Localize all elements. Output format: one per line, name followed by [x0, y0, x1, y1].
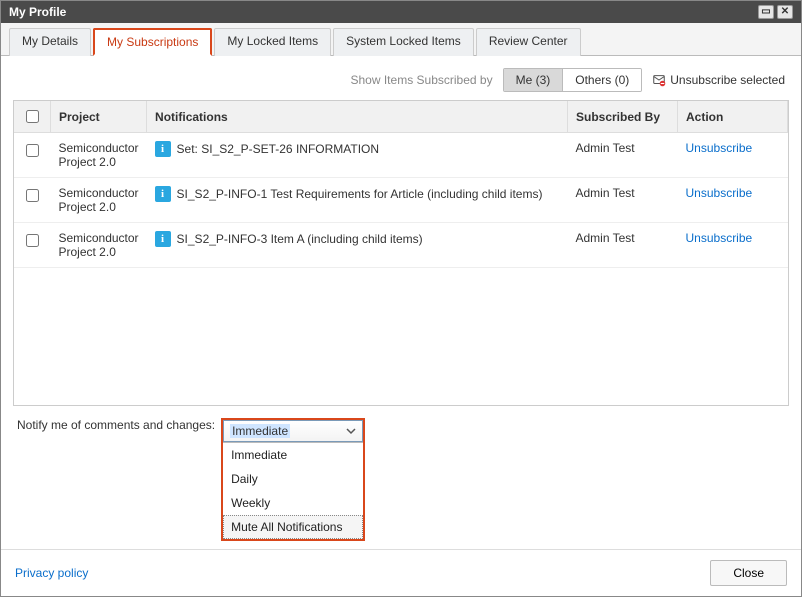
select-all-checkbox[interactable]	[26, 110, 39, 123]
table-row: Semiconductor Project 2.0 i Set: SI_S2_P-S…	[14, 133, 788, 178]
row-unsubscribe-link[interactable]: Unsubscribe	[686, 141, 753, 155]
minimize-button[interactable]: ▭	[758, 5, 774, 19]
unsubscribe-selected-button[interactable]: Unsubscribe selected	[652, 73, 785, 87]
tab-my-locked-items[interactable]: My Locked Items	[214, 28, 331, 56]
info-icon: i	[155, 141, 171, 157]
col-action[interactable]: Action	[678, 101, 788, 133]
content-area: Show Items Subscribed by Me (3) Others (…	[1, 56, 801, 549]
row-unsubscribe-link[interactable]: Unsubscribe	[686, 186, 753, 200]
tabbar: My Details My Subscriptions My Locked It…	[1, 23, 801, 56]
subscriptions-table: Project Notifications Subscribed By Acti…	[14, 101, 788, 268]
col-select-all	[14, 101, 51, 133]
tab-review-center[interactable]: Review Center	[476, 28, 581, 56]
subscriptions-table-wrap: Project Notifications Subscribed By Acti…	[13, 100, 789, 406]
tab-system-locked-items[interactable]: System Locked Items	[333, 28, 474, 56]
notify-dropdown: ImmediateDailyWeeklyMute All Notificatio…	[223, 442, 363, 539]
unsubscribe-selected-label: Unsubscribe selected	[670, 73, 785, 87]
row-notification-text: Set: SI_S2_P-SET-26 INFORMATION	[177, 142, 380, 156]
privacy-policy-link[interactable]: Privacy policy	[15, 566, 88, 580]
filter-label: Show Items Subscribed by	[351, 73, 493, 87]
titlebar: My Profile ▭ ✕	[1, 1, 801, 23]
notify-option[interactable]: Immediate	[223, 443, 363, 467]
info-icon: i	[155, 231, 171, 247]
row-notification-text: SI_S2_P-INFO-1 Test Requirements for Art…	[177, 187, 543, 201]
close-window-button[interactable]: ✕	[777, 5, 793, 19]
dialog-footer: Privacy policy Close	[1, 549, 801, 596]
notify-select[interactable]: Immediate	[223, 420, 363, 442]
table-row: Semiconductor Project 2.0 i SI_S2_P-INFO-1…	[14, 178, 788, 223]
row-notification: i SI_S2_P-INFO-3 Item A (including child …	[147, 223, 568, 268]
unsubscribe-icon	[652, 73, 666, 87]
row-checkbox[interactable]	[26, 189, 39, 202]
notify-option[interactable]: Weekly	[223, 491, 363, 515]
notify-select-highlight: Immediate ImmediateDailyWeeklyMute All N…	[221, 418, 365, 541]
row-subscribed-by: Admin Test	[568, 223, 678, 268]
col-project[interactable]: Project	[51, 101, 147, 133]
info-icon: i	[155, 186, 171, 202]
row-subscribed-by: Admin Test	[568, 133, 678, 178]
window-title: My Profile	[9, 5, 66, 19]
filter-others-button[interactable]: Others (0)	[562, 69, 641, 91]
tab-my-subscriptions[interactable]: My Subscriptions	[93, 28, 212, 56]
row-project: Semiconductor Project 2.0	[51, 178, 147, 223]
profile-dialog: My Profile ▭ ✕ My Details My Subscriptio…	[0, 0, 802, 597]
close-button[interactable]: Close	[710, 560, 787, 586]
row-project: Semiconductor Project 2.0	[51, 133, 147, 178]
col-subscribed-by[interactable]: Subscribed By	[568, 101, 678, 133]
filter-segmented: Me (3) Others (0)	[503, 68, 643, 92]
filter-me-button[interactable]: Me (3)	[504, 69, 563, 91]
filter-bar: Show Items Subscribed by Me (3) Others (…	[13, 62, 789, 100]
row-notification: i Set: SI_S2_P-SET-26 INFORMATION	[147, 133, 568, 178]
notify-label: Notify me of comments and changes:	[17, 418, 215, 432]
table-row: Semiconductor Project 2.0 i SI_S2_P-INFO-3…	[14, 223, 788, 268]
tab-my-details[interactable]: My Details	[9, 28, 91, 56]
notify-selected-value: Immediate	[230, 424, 290, 438]
row-unsubscribe-link[interactable]: Unsubscribe	[686, 231, 753, 245]
row-checkbox[interactable]	[26, 234, 39, 247]
row-project: Semiconductor Project 2.0	[51, 223, 147, 268]
notify-option[interactable]: Daily	[223, 467, 363, 491]
chevron-down-icon	[344, 424, 358, 438]
row-subscribed-by: Admin Test	[568, 178, 678, 223]
notify-row: Notify me of comments and changes: Immed…	[13, 406, 789, 549]
row-checkbox[interactable]	[26, 144, 39, 157]
row-notification: i SI_S2_P-INFO-1 Test Requirements for Ar…	[147, 178, 568, 223]
col-notifications[interactable]: Notifications	[147, 101, 568, 133]
notify-option[interactable]: Mute All Notifications	[223, 515, 363, 539]
row-notification-text: SI_S2_P-INFO-3 Item A (including child i…	[177, 232, 423, 246]
